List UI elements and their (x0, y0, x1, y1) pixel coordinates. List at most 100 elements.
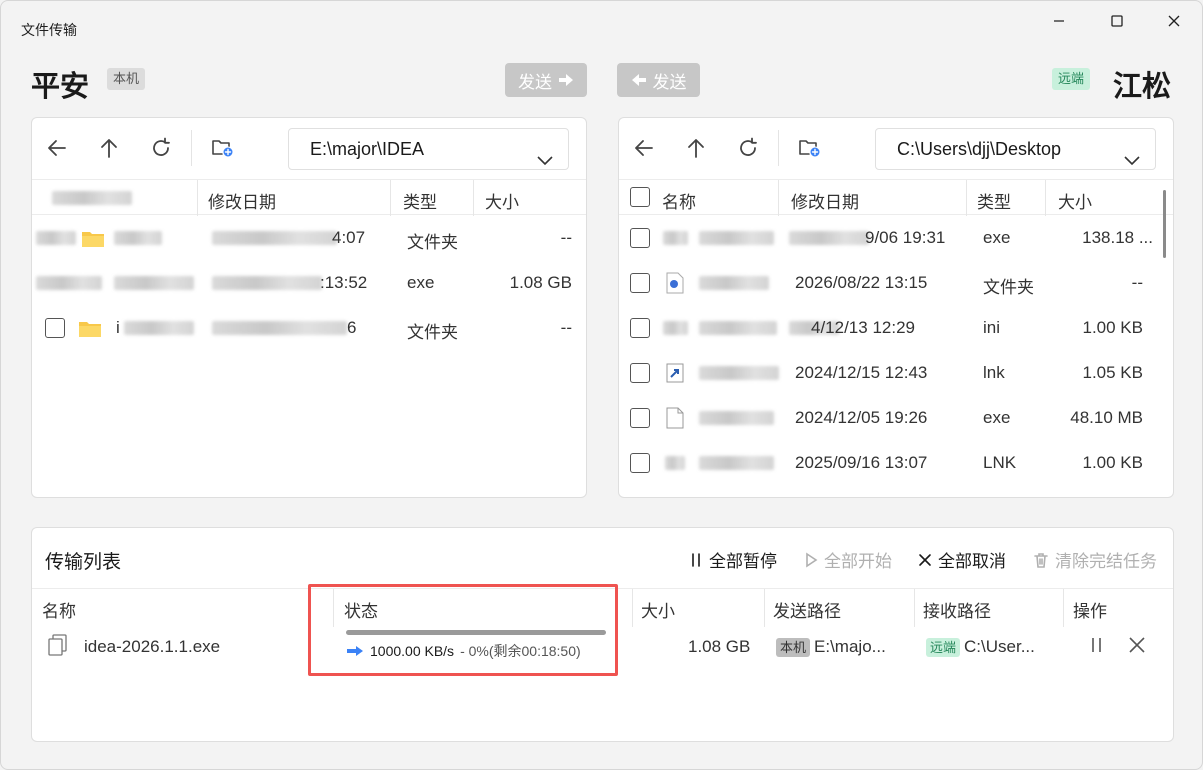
column-divider (1045, 180, 1046, 216)
refresh-button[interactable] (736, 136, 760, 160)
blurred-region (114, 276, 194, 290)
cancel-all-button[interactable]: 全部取消 (918, 547, 1006, 572)
col-header-name[interactable]: 名称 (662, 188, 696, 213)
row-size: -- (560, 318, 572, 337)
up-button[interactable] (97, 136, 121, 160)
row-checkbox[interactable] (630, 408, 650, 428)
folder-icon (79, 322, 101, 337)
up-button[interactable] (684, 136, 708, 160)
pause-all-button[interactable]: 全部暂停 (689, 547, 777, 572)
start-all-button[interactable]: 全部开始 (804, 547, 892, 572)
local-tag: 本机 (107, 68, 146, 90)
col-header-recv-path: 接收路径 (923, 602, 991, 621)
send-to-local-label: 发送 (652, 72, 687, 92)
list-item[interactable]: 9/06 19:31 exe 138.18 ... (619, 216, 1173, 261)
clear-completed-button[interactable]: 清除完结任务 (1033, 547, 1157, 572)
remote-scrollbar[interactable] (1163, 190, 1166, 258)
col-header-size[interactable]: 大小 (485, 188, 519, 213)
row-size: 1.00 KB (1082, 318, 1144, 337)
select-all-checkbox[interactable] (630, 187, 650, 207)
blurred-region (212, 276, 322, 290)
back-button[interactable] (45, 136, 69, 160)
row-checkbox[interactable] (630, 363, 650, 383)
row-type: 文件夹 (983, 278, 1034, 297)
col-header-type[interactable]: 类型 (403, 188, 437, 213)
blurred-region (699, 456, 774, 470)
send-to-local-button[interactable]: 发送 (617, 63, 700, 97)
column-divider (778, 180, 779, 216)
trash-icon (1034, 552, 1048, 568)
blurred-region (789, 231, 869, 245)
remote-list-header: 名称 修改日期 类型 大小 (619, 179, 1173, 216)
column-divider (197, 180, 198, 216)
back-button[interactable] (632, 136, 656, 160)
list-item[interactable]: 4:07 文件夹 -- (32, 216, 586, 261)
list-item[interactable]: 2026/08/22 13:15 文件夹 -- (619, 261, 1173, 306)
row-date: 4:07 (332, 228, 366, 247)
list-item[interactable]: 2025/09/16 13:07 LNK 1.00 KB (619, 441, 1173, 486)
transfer-progress-text: - 0%(剩余00:18:50) (460, 643, 581, 659)
col-header-type[interactable]: 类型 (977, 188, 1011, 213)
transfer-status: 1000.00 KB/s - 0%(剩余00:18:50) (346, 641, 581, 661)
close-button[interactable] (1151, 7, 1197, 35)
maximize-icon (1111, 15, 1123, 27)
blurred-region (699, 411, 774, 425)
window-title: 文件传输 (21, 22, 77, 38)
row-type: LNK (983, 453, 1017, 472)
row-type: exe (983, 228, 1011, 247)
col-header-size[interactable]: 大小 (1058, 188, 1092, 213)
row-checkbox[interactable] (630, 273, 650, 293)
recv-path-value: C:\User... (964, 637, 1035, 656)
send-to-remote-label: 发送 (518, 72, 552, 92)
list-item[interactable]: :13:52 exe 1.08 GB (32, 261, 586, 306)
blurred-region (52, 191, 132, 205)
list-item[interactable]: 2024/12/15 12:43 lnk 1.05 KB (619, 351, 1173, 396)
column-divider (632, 589, 633, 627)
row-type: exe (407, 273, 435, 292)
start-all-label: 全部开始 (824, 552, 892, 571)
row-size: -- (1131, 273, 1143, 292)
row-size: 48.10 MB (1070, 408, 1143, 427)
blurred-region (212, 321, 347, 335)
col-header-modified[interactable]: 修改日期 (791, 188, 859, 213)
new-folder-button[interactable] (211, 136, 235, 160)
row-date: 6 (347, 318, 357, 337)
local-path-select[interactable]: E:\major\IDEA (288, 128, 569, 170)
remote-tag: 远端 (1052, 68, 1091, 90)
chevron-down-icon (1123, 141, 1141, 181)
row-checkbox[interactable] (45, 318, 65, 338)
minimize-button[interactable] (1036, 7, 1082, 35)
remote-path-select[interactable]: C:\Users\djj\Desktop (875, 128, 1156, 170)
column-divider (966, 180, 967, 216)
cancel-task-button[interactable] (1128, 636, 1146, 659)
transfer-progress-bar (346, 630, 606, 635)
row-checkbox[interactable] (630, 453, 650, 473)
row-size: 1.05 KB (1082, 363, 1144, 382)
list-item[interactable]: 4/12/13 12:29 ini 1.00 KB (619, 306, 1173, 351)
transfer-list-title: 传输列表 (45, 552, 122, 573)
clear-completed-label: 清除完结任务 (1055, 552, 1157, 571)
row-size: 138.18 ... (1082, 228, 1153, 247)
col-header-modified[interactable]: 修改日期 (208, 188, 276, 213)
list-item[interactable]: 2024/12/05 19:26 exe 48.10 MB (619, 396, 1173, 441)
send-path-value: E:\majo... (814, 637, 886, 656)
arrow-back-icon (635, 140, 653, 156)
column-divider (473, 180, 474, 216)
row-type: exe (983, 408, 1011, 427)
pause-icon (1092, 638, 1101, 652)
refresh-button[interactable] (149, 136, 173, 160)
list-item[interactable]: i 6 文件夹 -- (32, 306, 586, 351)
maximize-button[interactable] (1094, 7, 1140, 35)
arrow-left-icon (631, 74, 646, 86)
pause-task-button[interactable] (1089, 636, 1105, 659)
row-date: :13:52 (320, 273, 368, 292)
remote-file-panel: C:\Users\djj\Desktop 名称 修改日期 类型 大小 9/06 … (618, 117, 1174, 498)
send-to-remote-button[interactable]: 发送 (505, 63, 587, 97)
file-icon (666, 407, 684, 429)
remote-toolbar: C:\Users\djj\Desktop (619, 118, 1173, 178)
row-checkbox[interactable] (630, 318, 650, 338)
row-checkbox[interactable] (630, 228, 650, 248)
new-folder-button[interactable] (798, 136, 822, 160)
pause-icon (692, 552, 700, 567)
new-folder-icon (799, 140, 821, 158)
